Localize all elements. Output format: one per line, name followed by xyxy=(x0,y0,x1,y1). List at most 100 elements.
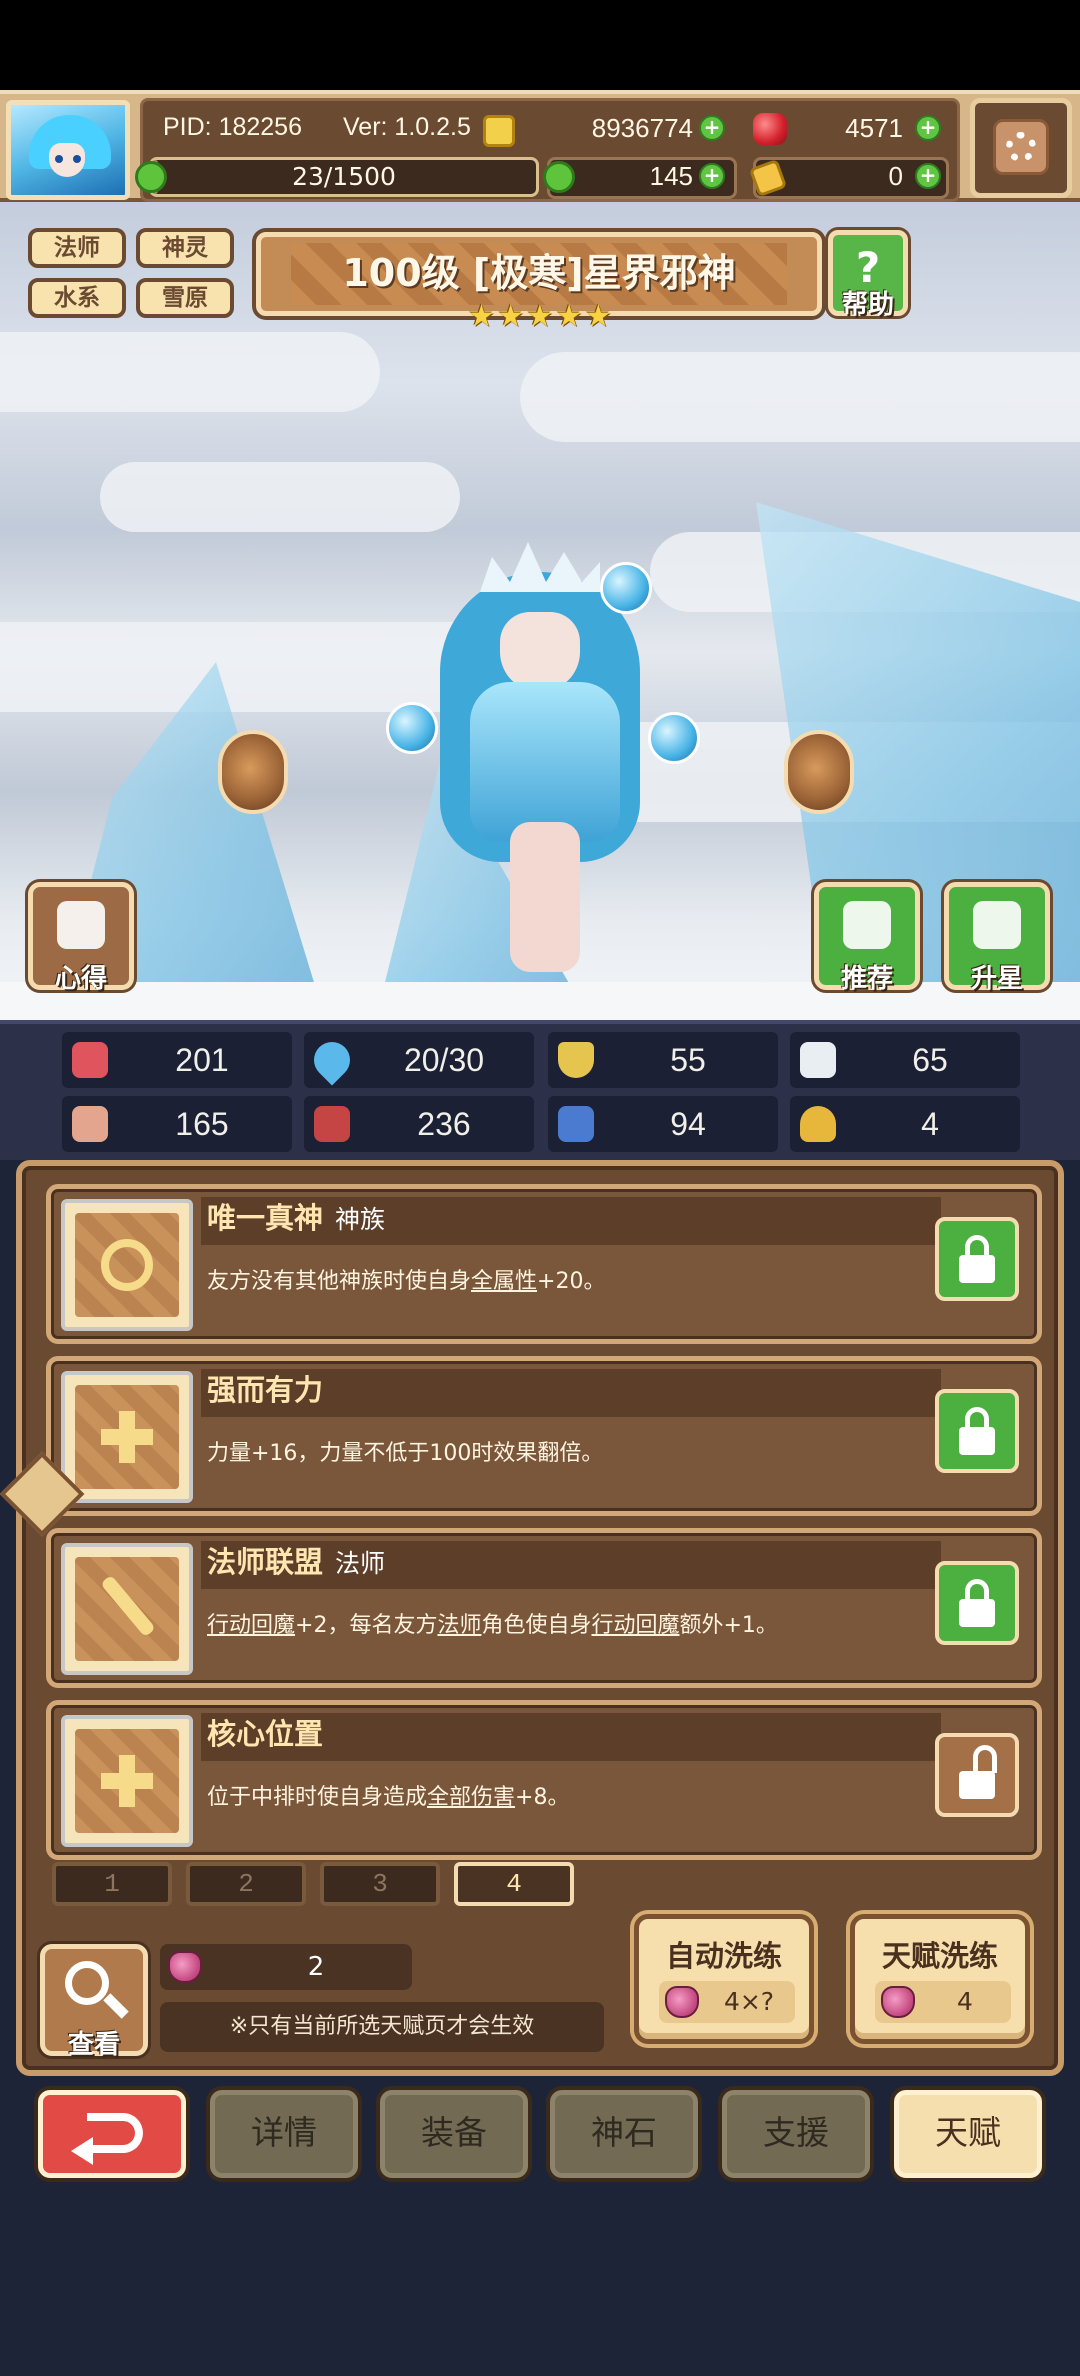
star-icon xyxy=(973,901,1021,949)
back-arrow-icon xyxy=(87,2113,143,2153)
talent-description: 位于中排时使自身造成全部伤害+8。 xyxy=(207,1785,570,1810)
hero-stats: 201 20/30 55 65 165 236 94 4 xyxy=(0,1020,1080,1160)
staff-emblem-icon xyxy=(100,1574,156,1638)
page-tab-2[interactable]: 2 xyxy=(186,1862,306,1906)
lock-icon xyxy=(959,1599,995,1627)
auto-wash-button[interactable]: 自动洗练 4×? xyxy=(634,1914,814,2044)
talent-title: 唯一真神 神族 xyxy=(207,1201,386,1235)
lock-button[interactable] xyxy=(935,1561,1019,1645)
heart-icon xyxy=(72,1042,108,1078)
page-tab-1[interactable]: 1 xyxy=(52,1862,172,1906)
talent-icon-frame xyxy=(61,1371,193,1503)
settings-button[interactable] xyxy=(970,98,1072,198)
talent-description: 力量+16，力量不低于100时效果翻倍。 xyxy=(207,1441,604,1466)
game-version: Ver: 1.0.2.5 xyxy=(343,113,471,141)
lock-icon xyxy=(959,1255,995,1283)
unlock-button[interactable] xyxy=(935,1733,1019,1817)
stat-luck: 4 xyxy=(790,1096,1020,1152)
tag-element[interactable]: 水系 xyxy=(28,278,126,318)
hero-star-rating: ★ ★ ★ ★ ★ xyxy=(468,302,612,338)
clover-amount: 145 xyxy=(649,161,693,191)
add-clover-button[interactable]: + xyxy=(699,163,725,189)
star-icon: ★ xyxy=(497,299,525,334)
talent-card-3[interactable]: 法师联盟 法师 行动回魔+2，每名友方法师角色使自身行动回魔额外+1。 xyxy=(46,1528,1042,1688)
talent-page-tabs: 1 2 3 4 xyxy=(20,1862,1060,1910)
xp-text: 23/1500 xyxy=(292,162,396,191)
clover-icon xyxy=(543,161,575,193)
top-hud: PID: 182256 Ver: 1.0.2.5 8936774 + 4571 … xyxy=(0,90,1080,202)
page-tab-3[interactable]: 3 xyxy=(320,1862,440,1906)
star-icon: ★ xyxy=(584,299,612,334)
stat-speed: 94 xyxy=(548,1096,778,1152)
seed-icon xyxy=(665,1986,699,2018)
talent-card-4[interactable]: 核心位置 位于中排时使自身造成全部伤害+8。 xyxy=(46,1700,1042,1860)
gold-amount: 8936774 xyxy=(591,113,693,143)
player-id: PID: 182256 xyxy=(163,113,302,141)
star-icon: ★ xyxy=(526,299,554,334)
nav-support[interactable]: 支援 xyxy=(722,2090,870,2178)
status-bar xyxy=(0,0,1080,90)
tag-region[interactable]: 雪原 xyxy=(136,278,234,318)
horseshoe-icon xyxy=(800,1106,836,1142)
wing-icon xyxy=(800,1042,836,1078)
notes-label: 心得 xyxy=(54,964,107,994)
tag-race[interactable]: 神灵 xyxy=(136,228,234,268)
lock-button[interactable] xyxy=(935,1389,1019,1473)
sun-emblem-icon xyxy=(101,1239,153,1291)
stat-defense: 55 xyxy=(548,1032,778,1088)
talent-title: 法师联盟 法师 xyxy=(207,1545,386,1579)
talent-icon-frame xyxy=(61,1199,193,1331)
ticket-amount: 0 xyxy=(888,161,903,191)
talent-title: 强而有力 xyxy=(207,1373,324,1407)
gem-amount: 4571 xyxy=(845,113,903,143)
cross-emblem-icon xyxy=(101,1411,153,1463)
talent-card-2[interactable]: 强而有力 力量+16，力量不低于100时效果翻倍。 xyxy=(46,1356,1042,1516)
talent-wash-button[interactable]: 天赋洗练 4 xyxy=(850,1914,1030,2044)
helmet-icon xyxy=(57,901,105,949)
stat-agility: 65 xyxy=(790,1032,1020,1088)
mana-drop-icon xyxy=(306,1034,358,1086)
talent-title: 核心位置 xyxy=(207,1717,324,1751)
upgrade-star-label: 升星 xyxy=(970,964,1023,994)
seed-counter: 2 xyxy=(160,1944,412,1990)
active-page-note: ※只有当前所选天赋页才会生效 xyxy=(160,2002,604,2052)
left-rune-orb-icon[interactable] xyxy=(218,730,288,814)
add-ticket-button[interactable]: + xyxy=(915,163,941,189)
gear-icon xyxy=(1006,132,1036,162)
talent-description: 友方没有其他神族时使自身全属性+20。 xyxy=(207,1269,606,1294)
nav-details[interactable]: 详情 xyxy=(210,2090,358,2178)
clover-xp-icon xyxy=(135,161,167,193)
tag-class[interactable]: 法师 xyxy=(28,228,126,268)
back-button[interactable] xyxy=(38,2090,186,2178)
right-rune-orb-icon[interactable] xyxy=(784,730,854,814)
nav-equipment[interactable]: 装备 xyxy=(380,2090,528,2178)
shield-icon xyxy=(558,1042,594,1078)
player-avatar[interactable] xyxy=(6,100,130,200)
star-icon: ★ xyxy=(468,299,495,334)
add-gold-button[interactable]: + xyxy=(699,115,725,141)
recommend-label: 推荐 xyxy=(840,964,893,994)
lock-icon xyxy=(959,1427,995,1455)
cross-emblem-icon xyxy=(101,1755,153,1807)
page-tab-4[interactable]: 4 xyxy=(454,1862,574,1906)
seed-icon xyxy=(881,1986,915,2018)
talent-card-1[interactable]: 唯一真神 神族 友方没有其他神族时使自身全属性+20。 xyxy=(46,1184,1042,1344)
help-label: 帮助 xyxy=(841,290,894,320)
nav-godstone[interactable]: 神石 xyxy=(550,2090,698,2178)
thumbs-up-icon xyxy=(843,901,891,949)
book-icon xyxy=(314,1106,350,1142)
lock-button[interactable] xyxy=(935,1217,1019,1301)
talent-description: 行动回魔+2，每名友方法师角色使自身行动回魔额外+1。 xyxy=(207,1613,778,1638)
stat-hp: 201 xyxy=(62,1032,292,1088)
fist-icon xyxy=(72,1106,108,1142)
red-gem-icon xyxy=(753,113,787,145)
nav-talent[interactable]: 天赋 xyxy=(894,2090,1042,2178)
gold-coin-icon xyxy=(483,115,515,147)
boot-icon xyxy=(558,1106,594,1142)
star-icon: ★ xyxy=(555,299,583,334)
stat-strength: 165 xyxy=(62,1096,292,1152)
view-label: 查看 xyxy=(67,2030,120,2060)
xp-bar: 23/1500 xyxy=(149,157,539,197)
add-gem-button[interactable]: + xyxy=(915,115,941,141)
seed-icon xyxy=(168,1951,202,1983)
